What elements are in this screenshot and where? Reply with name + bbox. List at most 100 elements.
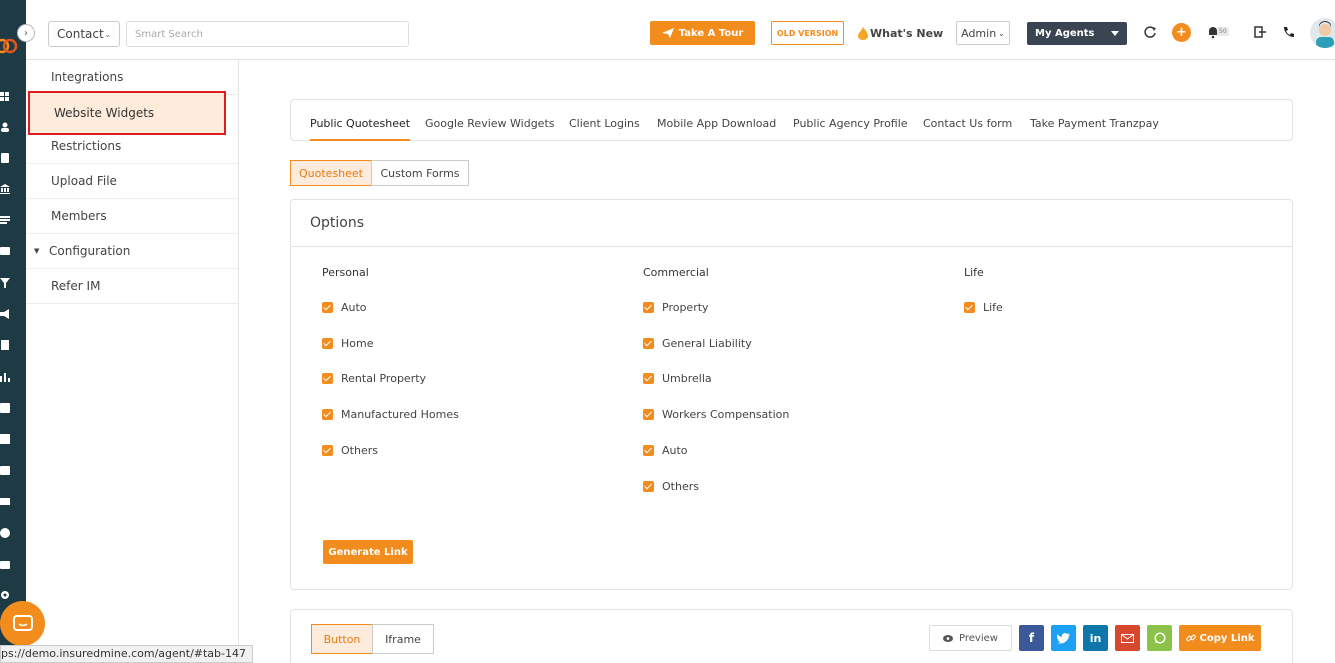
checkbox-personal-home[interactable]: Home	[322, 336, 373, 350]
trend-icon[interactable]	[0, 403, 10, 413]
tab-google-review-widgets[interactable]: Google Review Widgets	[425, 117, 555, 141]
sidebar-item-configuration[interactable]: ▼ Configuration	[26, 234, 238, 269]
sidebar-item-label: Configuration	[49, 244, 131, 258]
status-bar-url: ps://demo.insuredmine.com/agent/#tab-147	[0, 645, 253, 663]
my-agents-label: My Agents	[1035, 28, 1095, 39]
checkbox-label: Umbrella	[662, 371, 712, 385]
sidebar-item-label: Members	[51, 209, 107, 223]
contact-card-icon[interactable]	[0, 246, 10, 256]
checkbox-commercial-others[interactable]: Others	[643, 479, 699, 493]
bar-chart-icon[interactable]	[0, 372, 10, 382]
tab-public-quotesheet[interactable]: Public Quotesheet	[310, 117, 411, 141]
facebook-icon[interactable]: f	[1019, 625, 1044, 651]
checkbox-checked-icon	[643, 408, 654, 420]
truck-icon[interactable]	[0, 497, 10, 507]
phone-icon[interactable]	[1282, 25, 1296, 39]
document-icon[interactable]	[0, 153, 10, 163]
checkbox-commercial-umbrella[interactable]: Umbrella	[643, 371, 712, 385]
fire-icon	[858, 26, 868, 40]
users-icon[interactable]	[0, 122, 10, 132]
tab-mobile-app-download[interactable]: Mobile App Download	[657, 117, 776, 141]
checkbox-label: Life	[983, 300, 1003, 314]
tab-client-logins[interactable]: Client Logins	[569, 117, 640, 141]
generate-link-button[interactable]: Generate Link	[323, 540, 413, 564]
checkbox-checked-icon	[322, 444, 333, 456]
my-agents-select[interactable]: My Agents	[1027, 22, 1127, 45]
twitter-icon[interactable]	[1051, 625, 1076, 651]
user-avatar[interactable]	[1310, 18, 1335, 48]
top-header: Contact ⌄ Take A Tour OLD VERSION What's…	[26, 8, 1335, 60]
sidebar-toggle-button[interactable]: ›	[17, 24, 35, 42]
checkbox-label: Auto	[662, 443, 688, 457]
whatsapp-icon[interactable]	[1147, 625, 1172, 651]
table-icon[interactable]	[0, 434, 10, 444]
checkbox-label: Rental Property	[341, 371, 427, 385]
checkbox-life-life[interactable]: Life	[964, 300, 1003, 314]
checkbox-commercial-property[interactable]: Property	[643, 300, 709, 314]
checkbox-label: Home	[341, 336, 374, 350]
take-tour-label: Take A Tour	[678, 27, 744, 39]
sidebar-item-members[interactable]: Members	[26, 199, 238, 234]
mode-button[interactable]: Button	[311, 624, 373, 654]
notification-count-badge: 50	[1217, 27, 1229, 36]
app-logo[interactable]	[0, 34, 18, 58]
checkbox-commercial-auto[interactable]: Auto	[643, 443, 688, 457]
gear-icon[interactable]	[0, 590, 10, 600]
chevron-down-icon: ⌄	[104, 29, 111, 39]
commercial-column-title: Commercial	[643, 266, 709, 279]
preview-label: Preview	[959, 632, 998, 644]
notes-icon[interactable]	[0, 340, 10, 350]
subtab-quotesheet[interactable]: Quotesheet	[290, 160, 372, 186]
briefcase-icon[interactable]	[0, 559, 10, 569]
entity-select[interactable]: Contact ⌄	[48, 21, 120, 47]
whats-new-link[interactable]: What's New	[858, 23, 943, 43]
checkbox-checked-icon	[643, 301, 654, 313]
checkbox-personal-auto[interactable]: Auto	[322, 300, 367, 314]
checkbox-personal-rental-property[interactable]: Rental Property	[322, 371, 426, 385]
checkbox-checked-icon	[322, 301, 333, 313]
caret-down-icon	[1111, 31, 1119, 36]
tab-take-payment-tranzpay[interactable]: Take Payment Tranzpay	[1030, 117, 1159, 141]
options-divider	[291, 246, 1292, 247]
checkbox-label: Others	[662, 479, 699, 493]
sidebar-item-upload-file[interactable]: Upload File	[26, 164, 238, 199]
checkbox-personal-others[interactable]: Others	[322, 443, 378, 457]
linkedin-icon[interactable]: in	[1083, 625, 1108, 651]
checkbox-commercial-workers-compensation[interactable]: Workers Compensation	[643, 407, 789, 421]
tab-contact-us-form[interactable]: Contact Us form	[923, 117, 1012, 141]
add-button[interactable]: +	[1172, 23, 1191, 42]
dashboard-icon[interactable]	[0, 92, 10, 102]
sidebar-item-integrations[interactable]: Integrations	[26, 60, 238, 95]
refresh-icon[interactable]	[1143, 25, 1157, 39]
personal-column-title: Personal	[322, 266, 369, 279]
logout-icon[interactable]	[1253, 25, 1267, 39]
old-version-button[interactable]: OLD VERSION	[771, 21, 844, 45]
sidebar-item-refer-im[interactable]: Refer IM	[26, 269, 238, 304]
take-tour-button[interactable]: Take A Tour	[650, 21, 755, 45]
chat-support-button[interactable]	[0, 601, 45, 646]
subtab-custom-forms[interactable]: Custom Forms	[371, 160, 469, 186]
filter-icon[interactable]	[0, 278, 10, 288]
sidebar-item-label: Website Widgets	[54, 106, 155, 120]
email-icon[interactable]	[1115, 625, 1140, 651]
admin-select[interactable]: Admin ⌄	[956, 21, 1010, 45]
preview-button[interactable]: Preview	[929, 625, 1012, 651]
checkbox-checked-icon	[643, 444, 654, 456]
list-icon[interactable]	[0, 215, 10, 225]
checkbox-checked-icon	[964, 301, 975, 313]
megaphone-icon[interactable]	[0, 309, 10, 319]
checkbox-label: Manufactured Homes	[341, 407, 459, 421]
dollar-icon[interactable]	[0, 528, 10, 538]
calendar-icon[interactable]	[0, 465, 10, 475]
checkbox-commercial-general-liability[interactable]: General Liability	[643, 336, 752, 350]
sidebar-item-restrictions[interactable]: Restrictions	[26, 129, 238, 164]
mode-iframe[interactable]: Iframe	[372, 624, 434, 654]
icon-rail	[0, 0, 26, 663]
sidebar-item-label: Refer IM	[51, 279, 101, 293]
bank-icon[interactable]	[0, 184, 10, 194]
tab-public-agency-profile[interactable]: Public Agency Profile	[793, 117, 908, 141]
life-column-title: Life	[964, 266, 984, 279]
copy-link-button[interactable]: Copy Link	[1179, 625, 1261, 651]
checkbox-personal-manufactured-homes[interactable]: Manufactured Homes	[322, 407, 459, 421]
smart-search-input[interactable]	[126, 21, 409, 47]
